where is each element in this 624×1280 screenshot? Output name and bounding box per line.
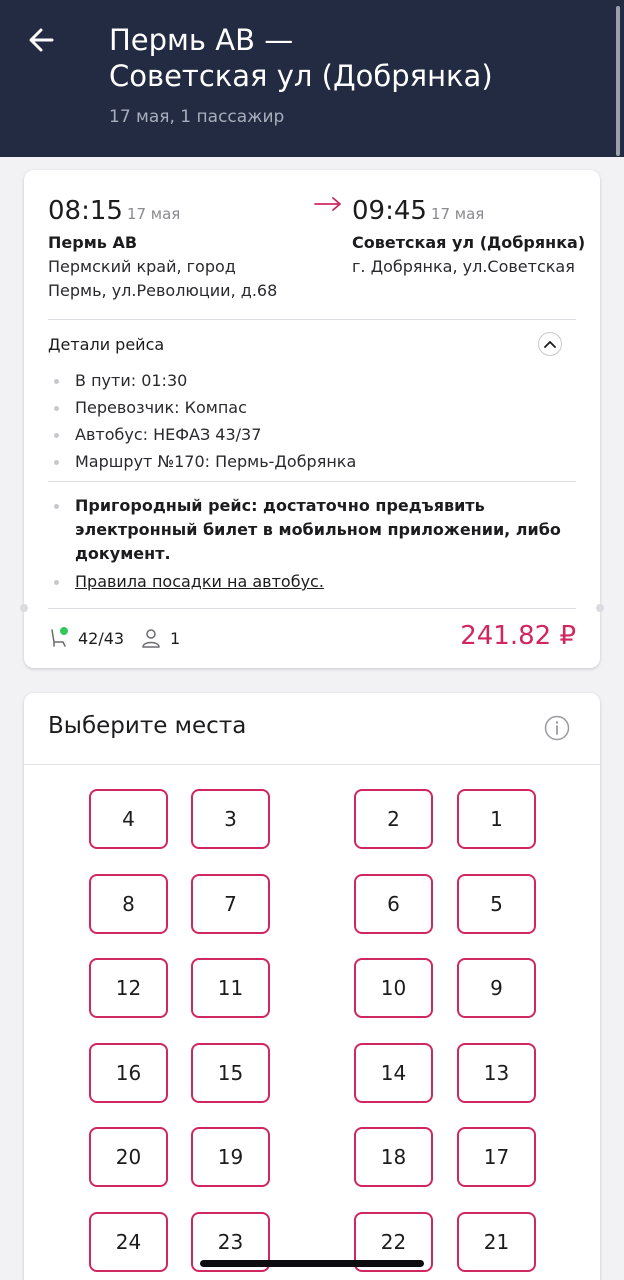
available-seats-count: 42/43 (78, 629, 125, 648)
info-icon[interactable] (544, 715, 570, 741)
seat-button[interactable]: 9 (457, 958, 536, 1018)
seat-button[interactable]: 18 (354, 1127, 433, 1187)
departure-address: Пермский край, город Пермь, ул.Революции… (48, 255, 277, 303)
seat-button[interactable]: 7 (191, 874, 270, 934)
title-line-2: Советская ул (Добрянка) (109, 59, 493, 93)
seat-button[interactable]: 14 (354, 1043, 433, 1103)
divider (48, 608, 576, 609)
boarding-rules-link[interactable]: Правила посадки на автобус. (54, 570, 574, 594)
seat-button[interactable]: 10 (354, 958, 433, 1018)
seat-button[interactable]: 17 (457, 1127, 536, 1187)
seat-button[interactable]: 15 (191, 1043, 270, 1103)
list-item: Перевозчик: Компас (54, 394, 356, 421)
seat-selection-title: Выберите места (48, 713, 247, 739)
seat-button[interactable]: 21 (457, 1212, 536, 1272)
seat-button[interactable]: 5 (457, 874, 536, 934)
boarding-notice: Пригородный рейс: достаточно предъявить … (54, 494, 574, 594)
seat-button[interactable]: 6 (354, 874, 433, 934)
seat-button[interactable]: 16 (89, 1043, 168, 1103)
title-line-1: Пермь АВ — (109, 23, 294, 57)
arrival-time: 09:45 (352, 196, 427, 226)
seat-selection-card: Выберите места 4 3 2 1 8 7 6 5 12 11 10 9 16 15 14 13 20… (24, 693, 600, 1280)
departure-address-line-2: Пермь, ул.Революции, д.68 (48, 281, 278, 300)
divider (24, 764, 600, 765)
list-item: Маршрут №170: Пермь-Добрянка (54, 448, 356, 475)
list-item: Автобус: НЕФАЗ 43/37 (54, 421, 356, 448)
notice-line-2: электронный билет в мобильном приложении… (75, 520, 561, 539)
back-button[interactable] (26, 24, 58, 56)
trip-card: 08:15 17 мая 09:45 17 мая Пермь АВ Советск… (20, 170, 604, 668)
departure-station: Пермь АВ (48, 233, 138, 252)
departure-time-block: 08:15 17 мая (48, 196, 180, 226)
page-title: Пермь АВ — Советская ул (Добрянка) (109, 22, 589, 94)
seat-button[interactable]: 20 (89, 1127, 168, 1187)
divider (48, 481, 576, 482)
notice-line-1: Пригородный рейс: достаточно предъявить (75, 496, 485, 515)
home-indicator (200, 1260, 424, 1267)
departure-address-line-1: Пермский край, город (48, 257, 236, 276)
seat-button[interactable]: 13 (457, 1043, 536, 1103)
seat-button[interactable]: 12 (89, 958, 168, 1018)
collapse-details-button[interactable] (538, 332, 562, 356)
seat-button[interactable]: 2 (354, 789, 433, 849)
arrival-address: г. Добрянка, ул.Советская (352, 255, 575, 279)
arrival-station: Советская ул (Добрянка) (352, 233, 586, 252)
seat-button[interactable]: 11 (191, 958, 270, 1018)
notice-line-3: документ. (75, 544, 171, 563)
seat-icon (51, 627, 68, 647)
arrival-time-block: 09:45 17 мая (352, 196, 484, 226)
seat-button[interactable]: 19 (191, 1127, 270, 1187)
departure-time: 08:15 (48, 196, 123, 226)
seat-button[interactable]: 1 (457, 789, 536, 849)
scrollbar[interactable] (616, 6, 620, 156)
trip-details-label[interactable]: Детали рейса (48, 335, 164, 354)
ticket-notch-right (596, 604, 604, 612)
seat-button[interactable]: 4 (89, 789, 168, 849)
trip-details-list: В пути: 01:30 Перевозчик: Компас Автобус… (54, 367, 356, 475)
chevron-up-icon (544, 341, 556, 348)
seat-button[interactable]: 8 (89, 874, 168, 934)
page-subtitle: 17 мая, 1 пассажир (109, 107, 285, 127)
app-header: Пермь АВ — Советская ул (Добрянка) 17 ма… (0, 0, 624, 157)
list-item: В пути: 01:30 (54, 367, 356, 394)
passenger-count: 1 (170, 629, 181, 648)
person-icon (142, 629, 160, 648)
ticket-notch-left (20, 604, 28, 612)
departure-date: 17 мая (126, 205, 181, 223)
seat-button[interactable]: 24 (89, 1212, 168, 1272)
arrow-right-icon (314, 197, 341, 211)
arrow-left-icon (29, 28, 54, 52)
notice-text: Пригородный рейс: достаточно предъявить … (54, 494, 574, 566)
trip-summary-row: 42/43 1 241.82 ₽ (48, 621, 576, 655)
divider (48, 319, 576, 320)
arrival-date: 17 мая (430, 205, 485, 223)
ticket-price: 241.82 ₽ (460, 621, 576, 651)
arrival-address-line-1: г. Добрянка, ул.Советская (352, 257, 575, 276)
seat-button[interactable]: 3 (191, 789, 270, 849)
